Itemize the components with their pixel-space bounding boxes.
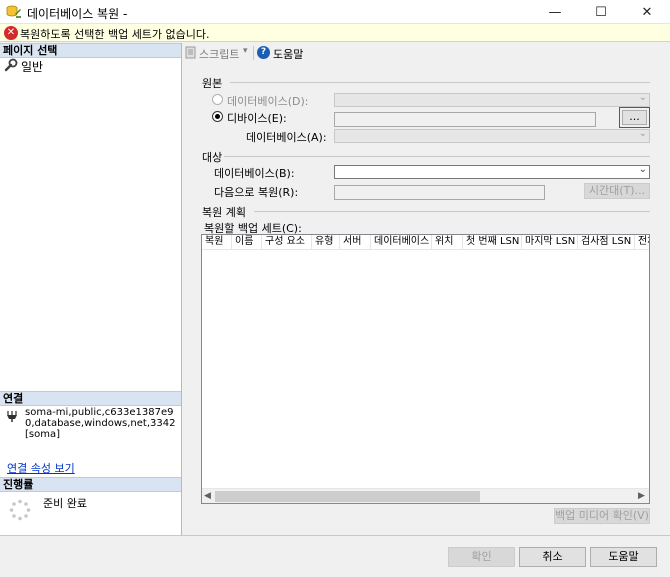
- help-button[interactable]: ? 도움말: [256, 45, 306, 61]
- radio-circle: [212, 94, 223, 105]
- column-header[interactable]: 복원: [202, 235, 232, 249]
- column-header[interactable]: 유형: [312, 235, 340, 249]
- source-database-combo[interactable]: ⌄: [334, 92, 650, 107]
- source-device-radio[interactable]: 디바이스(E):: [212, 110, 332, 125]
- help-icon: ?: [257, 46, 270, 59]
- device-database-combo[interactable]: ⌄: [334, 128, 650, 143]
- restore-to-field[interactable]: [334, 185, 545, 200]
- page-item-label: 일반: [21, 60, 44, 74]
- window-title: 데이터베이스 복원 -: [27, 7, 128, 21]
- chevron-down-icon: ⌄: [638, 164, 647, 175]
- footer-help-button[interactable]: 도움말: [590, 547, 657, 567]
- connection-string: soma-mi,public,c633e1387e90,database,win…: [25, 407, 176, 440]
- column-header[interactable]: 이름: [232, 235, 262, 249]
- column-header[interactable]: 위치: [432, 235, 463, 249]
- verify-backup-media-button[interactable]: 백업 미디어 확인(V): [554, 508, 650, 524]
- radio-circle-selected: [212, 111, 223, 122]
- restore-to-label: 다음으로 복원(R):: [214, 186, 299, 199]
- plan-group-line: [254, 211, 650, 212]
- chevron-down-icon: ⌄: [638, 92, 647, 103]
- scrollbar-thumb[interactable]: [215, 491, 480, 502]
- source-device-label: 디바이스(E):: [227, 112, 287, 125]
- target-group-title: 대상: [202, 151, 223, 164]
- backup-sets-grid[interactable]: 복원 이름 구성 요소 유형 서버 데이터베이스 위치 첫 번째 LSN 마지막…: [201, 234, 650, 504]
- close-button[interactable]: ✕: [624, 0, 670, 24]
- column-header[interactable]: 서버: [340, 235, 371, 249]
- source-database-label: 데이터베이스(D):: [227, 95, 309, 108]
- progress-status: 준비 완료: [43, 497, 87, 510]
- progress-header: 진행률: [0, 477, 181, 492]
- grid-header: 복원 이름 구성 요소 유형 서버 데이터베이스 위치 첫 번째 LSN 마지막…: [202, 235, 649, 250]
- restore-database-icon: [6, 5, 21, 18]
- ok-button[interactable]: 확인: [448, 547, 515, 567]
- connection-header: 연결: [0, 391, 181, 406]
- scroll-left-icon[interactable]: ◀: [204, 491, 211, 501]
- wrench-icon: [4, 58, 18, 72]
- error-message: 복원하도록 선택한 백업 세트가 없습니다.: [20, 28, 210, 41]
- column-header[interactable]: 첫 번째 LSN: [463, 235, 522, 249]
- source-group-title: 원본: [202, 77, 223, 90]
- left-pane: 페이지 선택 일반 연결 soma-mi,public,c633e1387e90…: [0, 43, 182, 535]
- source-device-field[interactable]: [334, 112, 596, 127]
- page-select-header: 페이지 선택: [0, 43, 181, 58]
- cancel-button[interactable]: 취소: [519, 547, 586, 567]
- progress-spinner-icon: [9, 499, 31, 521]
- column-header[interactable]: 마지막 LSN: [522, 235, 578, 249]
- column-header[interactable]: 구성 요소: [262, 235, 312, 249]
- connection-icon: [7, 411, 17, 422]
- column-header[interactable]: 검사점 LSN: [578, 235, 635, 249]
- right-pane: 스크립트 ▾ ? 도움말 원본 데이터베이스(D): ⌄ 디바이스(E): ..…: [182, 43, 670, 535]
- minimize-icon: —: [548, 4, 562, 20]
- script-button[interactable]: 스크립트: [184, 45, 242, 61]
- page-item-general[interactable]: 일반: [3, 58, 181, 74]
- error-icon: ✕: [4, 26, 18, 40]
- toolbar-separator: [253, 46, 254, 60]
- plan-group-title: 복원 계획: [202, 206, 246, 219]
- error-banner: ✕ 복원하도록 선택한 백업 세트가 없습니다.: [0, 24, 670, 42]
- script-dropdown-arrow[interactable]: ▾: [243, 46, 248, 56]
- scroll-right-icon[interactable]: ▶: [638, 491, 645, 501]
- maximize-button[interactable]: ☐: [578, 0, 624, 24]
- maximize-icon: ☐: [595, 4, 607, 20]
- target-group-line: [224, 156, 650, 157]
- target-database-combo[interactable]: ⌄: [334, 164, 650, 179]
- close-icon: ✕: [641, 4, 653, 20]
- chevron-down-icon: ⌄: [638, 128, 647, 139]
- column-header[interactable]: 전체: [635, 235, 649, 249]
- toolbar: 스크립트 ▾ ? 도움말: [182, 43, 670, 63]
- device-database-label: 데이터베이스(A):: [246, 131, 327, 144]
- horizontal-scrollbar[interactable]: ◀ ▶: [202, 488, 649, 503]
- view-connection-properties-link[interactable]: 연결 속성 보기: [7, 460, 75, 476]
- target-database-label: 데이터베이스(B):: [214, 167, 295, 180]
- column-header[interactable]: 데이터베이스: [371, 235, 432, 249]
- minimize-button[interactable]: —: [532, 0, 578, 24]
- dialog-footer: 확인 취소 도움말: [0, 535, 670, 577]
- source-database-radio[interactable]: 데이터베이스(D):: [212, 93, 332, 108]
- browse-device-button[interactable]: ...: [622, 110, 647, 125]
- timeline-button[interactable]: 시간대(T)...: [584, 183, 650, 199]
- help-label: 도움말: [273, 48, 304, 61]
- script-label: 스크립트: [199, 48, 240, 61]
- title-bar: 데이터베이스 복원 - — ☐ ✕: [0, 0, 670, 24]
- source-group-line: [230, 82, 650, 83]
- browse-highlight: ...: [619, 107, 650, 128]
- script-icon: [185, 46, 196, 59]
